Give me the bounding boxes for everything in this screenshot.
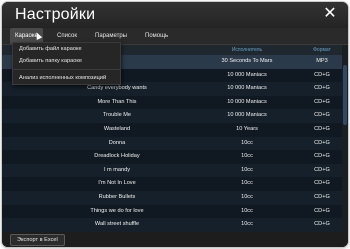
song-artist: 10cc <box>241 207 253 214</box>
table-row[interactable]: I m mandy 10cc CD+G <box>2 163 342 178</box>
song-title: More Than This <box>97 98 137 105</box>
title-bar: Настройки ✕ <box>2 2 348 28</box>
karaoke-dropdown-menu: Добавить файл караоке Добавить папку кар… <box>12 42 121 85</box>
table-row[interactable]: Dreadlock Holiday 10cc CD+G <box>2 150 342 164</box>
song-title: I m mandy <box>103 166 131 173</box>
song-format: CD+G <box>314 153 330 160</box>
song-artist: 10cc <box>241 193 253 200</box>
song-title: Wasteland <box>103 125 131 132</box>
close-icon[interactable]: ✕ <box>321 5 339 23</box>
song-title: I'm Not In Love <box>98 180 136 187</box>
song-format: CD+G <box>314 207 330 214</box>
table-row[interactable]: I'm Not In Love 10cc CD+G <box>2 177 342 191</box>
menu-separator <box>13 69 120 70</box>
column-header-artist[interactable]: Исполнитель <box>192 45 302 55</box>
song-artist: 10cc <box>241 153 253 160</box>
song-artist: 10 Years <box>236 125 258 132</box>
song-format: CD+G <box>314 112 330 119</box>
table-row[interactable]: Wall street shuffle 10cc CD+G <box>2 218 342 232</box>
table-row[interactable]: Donna 10cc CD+G <box>2 136 342 151</box>
song-format: CD+G <box>314 85 330 92</box>
column-header-format[interactable]: Формат <box>302 45 342 55</box>
song-artist: 10cc <box>241 166 253 173</box>
song-artist: 10 000 Maniacs <box>227 112 267 119</box>
menu-item-add-karaoke-file[interactable]: Добавить файл караоке <box>13 43 120 55</box>
window-title: Настройки <box>15 6 96 23</box>
export-excel-button[interactable]: Экспорт в Excel <box>10 234 65 246</box>
song-artist: 10 000 Maniacs <box>227 98 267 105</box>
song-artist: 10 000 Maniacs <box>227 71 267 78</box>
menu-item-add-karaoke-folder[interactable]: Добавить папку караоке <box>13 55 120 67</box>
song-artist: 10cc <box>241 221 253 228</box>
tab-help[interactable]: Помощь <box>140 28 173 44</box>
settings-window: Настройки ✕ Караоке Список Параметры Пом… <box>2 2 348 247</box>
scrollbar-thumb[interactable] <box>343 65 347 125</box>
song-title: Wall street shuffle <box>94 221 140 228</box>
footer-bar: Экспорт в Excel <box>2 232 348 247</box>
song-title: Dreadlock Holiday <box>94 153 140 160</box>
song-format: CD+G <box>314 125 330 132</box>
table-row[interactable]: More Than This 10 000 Maniacs CD+G <box>2 95 342 110</box>
song-format: CD+G <box>314 221 330 228</box>
table-row[interactable]: Wasteland 10 Years CD+G <box>2 122 342 137</box>
song-artist: 30 Seconds To Mars <box>221 58 273 64</box>
song-artist: 10cc <box>241 139 253 146</box>
table-row[interactable]: Rubber Bullets 10cc CD+G <box>2 190 342 205</box>
song-format: CD+G <box>314 180 330 187</box>
menu-item-analyze-performed-songs[interactable]: Анализ исполненных композиций <box>13 72 120 84</box>
song-title: Things we do for love <box>90 207 144 214</box>
song-format: CD+G <box>314 193 330 200</box>
table-row[interactable]: Trouble Me 10 000 Maniacs CD+G <box>2 109 342 123</box>
table-row[interactable]: Things we do for love 10cc CD+G <box>2 204 342 219</box>
song-artist: 10 000 Maniacs <box>227 85 267 92</box>
vertical-scrollbar[interactable] <box>342 45 348 232</box>
song-title: Trouble Me <box>102 112 132 119</box>
song-format: CD+G <box>314 139 330 146</box>
song-format: CD+G <box>314 166 330 173</box>
song-artist: 10cc <box>241 180 253 187</box>
song-title: Donna <box>108 139 126 146</box>
song-format: CD+G <box>314 71 330 78</box>
song-format: MP3 <box>316 58 328 64</box>
song-format: CD+G <box>314 98 330 105</box>
song-title: Rubber Bullets <box>98 193 136 200</box>
